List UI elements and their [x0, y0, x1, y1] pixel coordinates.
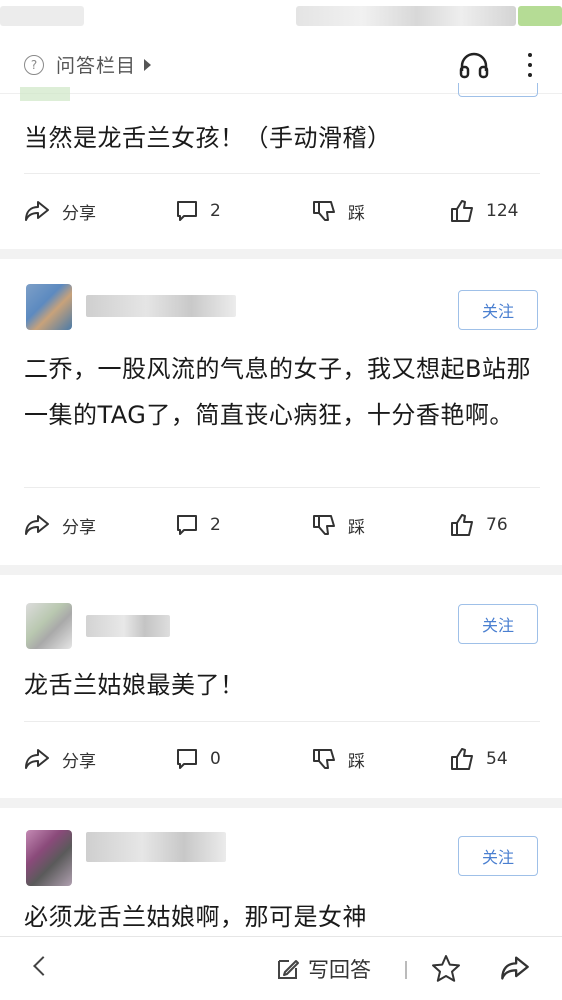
- section-selector[interactable]: ? 问答栏目: [24, 51, 152, 78]
- comment-icon: [177, 515, 197, 535]
- share-label: 分享: [62, 751, 96, 772]
- username-blur[interactable]: [86, 832, 226, 862]
- caret-right-icon: [144, 58, 152, 71]
- answer-text: 必须龙舌兰姑娘啊，那可是女神: [24, 903, 367, 931]
- comment-icon: [177, 749, 197, 769]
- like-count: 124: [486, 201, 519, 221]
- follow-button[interactable]: 关注: [458, 290, 538, 330]
- comment-icon: [177, 201, 197, 221]
- battery-indicator: [518, 6, 562, 26]
- follow-button-partial[interactable]: [458, 83, 538, 97]
- answer-text: 二乔，一股风流的气息的女子，我又想起B站那一集的TAG了，简直丧心病狂，十分香艳…: [24, 355, 531, 429]
- answer-actions: 分享 2 踩 124: [0, 191, 562, 231]
- bottom-action-bar: 写回答: [0, 936, 562, 1000]
- more-vertical-icon[interactable]: [528, 52, 532, 77]
- comment-button[interactable]: 2: [176, 505, 221, 545]
- divider: [24, 487, 540, 488]
- thumbs-down-icon: [313, 515, 335, 535]
- share-arrow-icon: [25, 201, 49, 221]
- answer-text: 龙舌兰姑娘最美了！: [24, 671, 245, 699]
- answer-text: 当然是龙舌兰女孩！（手动滑稽）: [24, 124, 392, 152]
- thumbs-up-icon: [451, 748, 473, 770]
- write-answer-button[interactable]: 写回答: [276, 937, 371, 1000]
- chevron-left-icon[interactable]: [33, 956, 53, 976]
- answer-actions: 分享 2 踩 76: [0, 505, 562, 545]
- avatar[interactable]: [26, 603, 72, 649]
- dislike-label: 踩: [348, 517, 365, 538]
- comment-count: 2: [210, 201, 221, 221]
- thumbs-up-icon: [451, 514, 473, 536]
- share-arrow-icon: [25, 749, 49, 769]
- share-button[interactable]: 分享: [24, 505, 96, 545]
- answer-card-3: 关注 龙舌兰姑娘最美了！ 分享 0 踩 54: [0, 575, 562, 798]
- write-answer-label: 写回答: [308, 958, 371, 982]
- username-blur[interactable]: [86, 615, 170, 637]
- status-bar-blur-left: [0, 6, 84, 26]
- follow-button[interactable]: 关注: [458, 604, 538, 644]
- like-button[interactable]: 76: [450, 505, 508, 545]
- share-arrow-icon[interactable]: [500, 955, 530, 981]
- card-separator: [0, 249, 562, 259]
- answer-card-4: 关注 必须龙舌兰姑娘啊，那可是女神: [0, 808, 562, 938]
- card-separator: [0, 565, 562, 575]
- like-count: 54: [486, 749, 508, 769]
- follow-button[interactable]: 关注: [458, 836, 538, 876]
- avatar[interactable]: [26, 284, 72, 330]
- dislike-button[interactable]: 踩: [312, 191, 365, 231]
- like-button[interactable]: 54: [450, 739, 508, 779]
- dislike-button[interactable]: 踩: [312, 505, 365, 545]
- question-circle-icon: ?: [24, 54, 44, 75]
- dislike-label: 踩: [348, 751, 365, 772]
- section-title: 问答栏目: [56, 55, 137, 77]
- username-blur[interactable]: [86, 295, 236, 317]
- divider: [24, 721, 540, 722]
- status-bar: [0, 0, 562, 36]
- card-separator: [0, 798, 562, 808]
- thumbs-down-icon: [313, 201, 335, 221]
- divider: [405, 961, 407, 979]
- answer-card-1: 当然是龙舌兰女孩！（手动滑稽） 分享 2 踩 124: [0, 83, 562, 249]
- like-button[interactable]: 124: [450, 191, 518, 231]
- share-button[interactable]: 分享: [24, 191, 96, 231]
- answer-card-2: 关注 二乔，一股风流的气息的女子，我又想起B站那一集的TAG了，简直丧心病狂，十…: [0, 259, 562, 565]
- divider: [24, 173, 540, 174]
- star-outline-icon[interactable]: [430, 953, 462, 985]
- share-label: 分享: [62, 517, 96, 538]
- dislike-button[interactable]: 踩: [312, 739, 365, 779]
- thumbs-down-icon: [313, 749, 335, 769]
- comment-button[interactable]: 0: [176, 739, 221, 779]
- like-count: 76: [486, 515, 508, 535]
- status-bar-blur-right: [296, 6, 516, 26]
- avatar[interactable]: [26, 830, 72, 886]
- comment-button[interactable]: 2: [176, 191, 221, 231]
- dislike-label: 踩: [348, 203, 365, 224]
- headphone-icon[interactable]: [458, 51, 490, 79]
- comment-count: 0: [210, 749, 221, 769]
- thumbs-up-icon: [451, 200, 473, 222]
- edit-icon: [278, 960, 299, 979]
- share-button[interactable]: 分享: [24, 739, 96, 779]
- comment-count: 2: [210, 515, 221, 535]
- share-label: 分享: [62, 203, 96, 224]
- avatar-blur: [20, 87, 70, 101]
- answer-actions: 分享 0 踩 54: [0, 739, 562, 779]
- share-arrow-icon: [25, 515, 49, 535]
